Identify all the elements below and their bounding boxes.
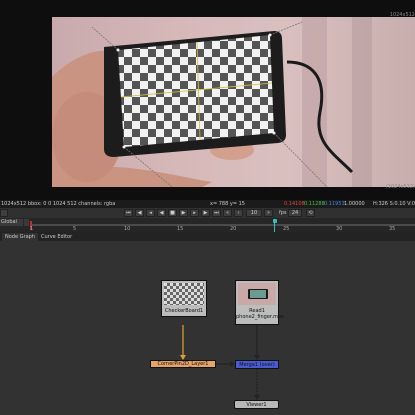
transport-bar: ⏮ ◀ ◂ ◀ ■ ▶ ▸ ▶ ⏭ « ‹ 10 » fps 24 ⟲ [0,208,415,218]
node-file-label: phone2_finger.mov [236,314,284,320]
timeline-track[interactable] [30,224,415,226]
fps-label: fps [279,210,287,216]
alpha-value: 1.00000 [344,201,365,207]
last-frame-icon[interactable]: ⏭ [212,209,221,217]
loop-icon[interactable]: ⟲ [306,209,315,217]
frame-increment-field[interactable]: 10 [246,209,262,217]
node-label: Viewer1 [246,402,267,408]
viewer-image[interactable] [52,17,415,187]
phone-composite-image [52,17,372,187]
tab-node-graph[interactable]: Node Graph [2,233,38,241]
skip-back-alt-icon[interactable]: ‹ [234,209,243,217]
global-range-dropdown[interactable]: Global [0,219,23,226]
node-label: CornerPin2D_Layer1 [157,361,209,367]
read-thumbnail [238,283,276,305]
hsv-value: H:326 S:0.10 V:0 [373,201,415,207]
prev-keyframe-icon[interactable]: ◀ [135,209,144,217]
format-info: 1024x512 bbox: 0 0 1024 512 channels: rg… [1,201,116,207]
blue-value: 0.11953 [324,201,345,207]
play-forward-icon[interactable]: ▶ [179,209,188,217]
viewer-node[interactable]: Viewer1 [234,400,279,409]
step-forward-icon[interactable]: ▸ [190,209,199,217]
pixel-coords: x= 788 y= 15 [210,201,245,207]
play-backward-icon[interactable]: ◀ [157,209,166,217]
node-label: Merge1 (over) [239,362,275,368]
green-value: 0.11288 [304,201,325,207]
tab-curve-editor[interactable]: Curve Editor [38,233,75,241]
viewer-info-bar: 1024x512 bbox: 0 0 1024 512 channels: rg… [0,200,415,208]
playhead-line [274,223,275,232]
viewer-panel[interactable]: 1024x512 (1024x512) [0,0,415,200]
node-label: CheckerBoard1 [164,308,204,314]
frame-field-left[interactable] [0,209,8,217]
cornerpin-node[interactable]: CornerPin2D_Layer1 [150,360,216,368]
checkerboard-thumbnail [164,283,204,305]
range-lock-icon[interactable] [24,219,29,226]
merge-node[interactable]: Merge1 (over) [235,360,279,369]
viewer-resolution-bottom: (1024x512) [385,184,415,190]
red-value: 0.14108 [284,201,305,207]
read-node[interactable]: Read1 phone2_finger.mov [235,280,284,325]
panel-tabs: Node Graph Curve Editor [0,232,415,241]
next-keyframe-icon[interactable]: ▶ [201,209,210,217]
skip-forward-icon[interactable]: » [264,209,273,217]
skip-back-icon[interactable]: « [223,209,232,217]
fps-field[interactable]: 24 [288,209,302,217]
node-connections [180,325,260,400]
step-back-icon[interactable]: ◂ [146,209,155,217]
node-graph[interactable]: CheckerBoard1 Read1 phone2_finger.mov Co… [0,241,415,415]
timeline[interactable]: Global 1 5 10 15 20 25 30 35 [0,218,415,232]
stop-icon[interactable]: ■ [168,209,177,217]
first-frame-icon[interactable]: ⏮ [124,209,133,217]
checkerboard-node[interactable]: CheckerBoard1 [161,280,207,317]
